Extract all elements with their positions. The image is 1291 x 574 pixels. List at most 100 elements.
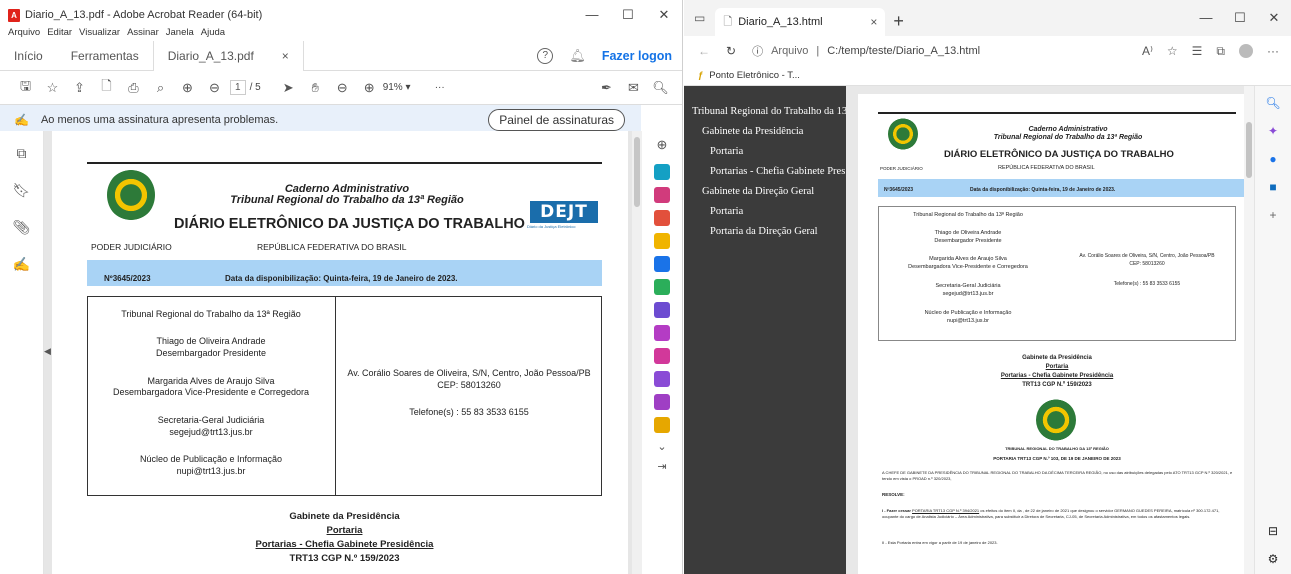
file-icon[interactable]: 🗋︎ — [93, 77, 120, 99]
logon-button[interactable]: Fazer logon — [602, 49, 672, 63]
select-cursor-icon[interactable]: ➤ — [275, 80, 302, 96]
read-aloud-icon[interactable]: A⁾ — [1142, 44, 1153, 59]
sidebar-settings-icon[interactable]: ⚙ — [1268, 552, 1279, 566]
menu-editar[interactable]: Editar — [47, 27, 72, 41]
nav-item-gabinete-direcao[interactable]: Gabinete da Direção Geral — [684, 182, 846, 202]
zoom-in-icon[interactable]: ⊕ — [356, 80, 383, 96]
edge-minimize-icon[interactable]: — — [1189, 0, 1223, 36]
upload-icon[interactable]: ⇪ — [66, 80, 93, 96]
pdf-availability-date: Data da disponibilização: Quinta-feira, … — [225, 274, 458, 283]
pdf-edition-number: Nº3645/2023 — [104, 274, 151, 283]
html-section-portaria[interactable]: Portaria — [878, 364, 1236, 370]
add-sidebar-app-icon[interactable]: + — [1269, 208, 1276, 222]
favorite-ponto-eletronico[interactable]: Ponto Eletrônico - T... — [709, 70, 800, 81]
tab-ferramentas[interactable]: Ferramentas — [57, 41, 153, 71]
nav-item-gabinete-presidencia[interactable]: Gabinete da Presidência — [684, 122, 846, 142]
page-up-icon[interactable]: ⊕ — [174, 80, 201, 96]
signature-panel-button[interactable]: Painel de assinaturas — [488, 109, 625, 131]
profile-avatar[interactable] — [1239, 43, 1253, 58]
pdf-section-portaria[interactable]: Portaria — [87, 525, 602, 536]
pdf-address: Av. Corálio Soares de Oliveira, S/N, Cen… — [347, 368, 591, 378]
maximize-icon[interactable]: ☐ — [610, 0, 646, 30]
signature-panel-icon[interactable]: ✍ — [13, 256, 30, 273]
outlook-icon[interactable]: ■ — [1269, 180, 1276, 194]
edge-close-icon[interactable]: ✕ — [1257, 0, 1291, 36]
pdf-viewport[interactable]: ◀ Caderno Administrativo Tribunal Region… — [44, 131, 642, 574]
html-document-viewport[interactable]: Caderno Administrativo Tribunal Regional… — [846, 86, 1254, 574]
shopping-icon[interactable]: ● — [1269, 152, 1276, 166]
html-section-portarias-chefia[interactable]: Portarias - Chefia Gabinete Presidência — [878, 373, 1236, 379]
attachment-icon[interactable]: 📎︎ — [13, 219, 31, 236]
minimize-icon[interactable]: — — [574, 0, 610, 30]
print-icon[interactable]: ⎙ — [120, 80, 147, 96]
html-portaria-intro: A CHEFE DE GABINETE DA PRESIDÊNCIA DO TR… — [882, 470, 1233, 481]
tab-close-icon[interactable]: × — [282, 41, 289, 71]
sidebar-collapse-icon[interactable]: ⊟ — [1268, 524, 1278, 538]
help-icon[interactable]: ? — [537, 48, 554, 64]
pdf-scrollbar[interactable] — [632, 131, 642, 574]
html-vice-name: Margarida Alves de Araujo Silva — [929, 256, 1007, 262]
favorites-list-icon[interactable]: ☰ — [1192, 44, 1203, 59]
zoom-select[interactable]: 91% ▾ — [383, 82, 433, 93]
sign-icon[interactable]: ✒ — [593, 80, 620, 96]
page-down-icon[interactable]: ⊖ — [201, 80, 228, 96]
html-article-1-link[interactable]: PORTARIA TRT13 CGP N.º 394/2021 — [912, 508, 979, 513]
html-portaria-header: TRIBUNAL REGIONAL DO TRABALHO DA 13ª REG… — [1005, 446, 1109, 451]
menu-janela[interactable]: Janela — [166, 27, 194, 41]
html-president-role: Desembargador Presidente — [934, 238, 1002, 244]
tab-inicio[interactable]: Início — [0, 41, 57, 71]
acrobat-window: A Diario_A_13.pdf - Adobe Acrobat Reader… — [0, 0, 683, 574]
edge-tab-active[interactable]: 🗋︎ Diario_A_13.html × — [715, 8, 886, 36]
menu-arquivo[interactable]: Arquivo — [8, 27, 40, 41]
find-icon[interactable]: ⌕ — [147, 80, 174, 96]
nav-item-portarias-chefia[interactable]: Portarias - Chefia Gabinete Pres... — [684, 162, 846, 182]
url-scheme-label: Arquivo — [771, 45, 809, 57]
pdf-president-name: Thiago de Oliveira Andrade — [156, 336, 266, 346]
zoom-out-icon[interactable]: ⊖ — [329, 80, 356, 96]
menu-assinar[interactable]: Assinar — [127, 27, 159, 41]
favorites-bar: ƒ Ponto Eletrônico - T... — [684, 66, 1291, 86]
edge-maximize-icon[interactable]: ☐ — [1223, 0, 1257, 36]
search-icon[interactable]: 🔍︎ — [1265, 96, 1280, 110]
close-icon[interactable]: ✕ — [646, 0, 682, 30]
html-scrollbar[interactable] — [1244, 86, 1254, 574]
pdf-cep: CEP: 58013260 — [437, 380, 501, 390]
mail-icon[interactable]: ✉ — [620, 80, 647, 96]
pdf-section-portarias-chefia[interactable]: Portarias - Chefia Gabinete Presidência — [87, 539, 602, 550]
bell-icon[interactable]: 🔔︎ — [569, 48, 586, 64]
collections-icon[interactable]: ⧉ — [1216, 44, 1225, 59]
copilot-icon[interactable]: ✦ — [1268, 124, 1278, 138]
search-tools-icon[interactable]: 🔍︎ — [647, 80, 674, 96]
nav-item-portaria-direcao[interactable]: Portaria da Direção Geral — [684, 222, 846, 242]
back-icon[interactable]: ← — [698, 44, 710, 58]
more-tools-icon[interactable]: ··· — [435, 82, 445, 93]
html-article-1-prefix: I - Fazer cessar — [882, 508, 911, 513]
html-address: Av. Corálio Soares de Oliveira, S/N, Cen… — [1079, 253, 1215, 259]
url-field[interactable]: ⓘ Arquivo | C:/temp/teste/Diario_A_13.ht… — [752, 43, 980, 59]
refresh-icon[interactable]: ↻ — [726, 44, 736, 58]
html-coat-of-arms-icon — [888, 118, 918, 150]
tab-actions-icon[interactable]: ▭ — [694, 11, 705, 25]
star-icon[interactable]: ☆ — [39, 80, 66, 96]
pages-thumbnail-icon[interactable]: ⧉ — [17, 145, 27, 162]
menu-visualizar[interactable]: Visualizar — [79, 27, 120, 41]
edge-tab-close-icon[interactable]: × — [870, 15, 877, 29]
html-resolve: RESOLVE: — [882, 492, 905, 497]
nav-item-tribunal[interactable]: Tribunal Regional do Trabalho da 13... — [684, 102, 846, 122]
new-tab-button[interactable]: + — [893, 11, 904, 32]
hand-tool-icon[interactable]: ✋︎ — [302, 80, 329, 96]
pdf-section-number: TRT13 CGP N.º 159/2023 — [289, 553, 400, 564]
html-cep: CEP: 58013260 — [1129, 261, 1165, 267]
acrobat-tabbar: Início Ferramentas Diario_A_13.pdf × ? 🔔… — [0, 40, 682, 71]
menu-ajuda[interactable]: Ajuda — [201, 27, 225, 41]
more-menu-icon[interactable]: ··· — [1267, 44, 1279, 59]
left-panel-toggle-icon[interactable]: ◀ — [44, 346, 51, 357]
favorite-star-icon[interactable]: ☆ — [1167, 44, 1178, 59]
save-icon[interactable]: 🖫︎ — [12, 77, 39, 99]
edge-window-controls: — ☐ ✕ — [1189, 0, 1291, 36]
page-number-input[interactable]: 1 — [230, 80, 246, 95]
nav-item-portaria-2[interactable]: Portaria — [684, 202, 846, 222]
bookmark-icon[interactable]: 🔖︎ — [13, 182, 31, 199]
tab-document[interactable]: Diario_A_13.pdf × — [152, 40, 304, 71]
nav-item-portaria[interactable]: Portaria — [684, 142, 846, 162]
